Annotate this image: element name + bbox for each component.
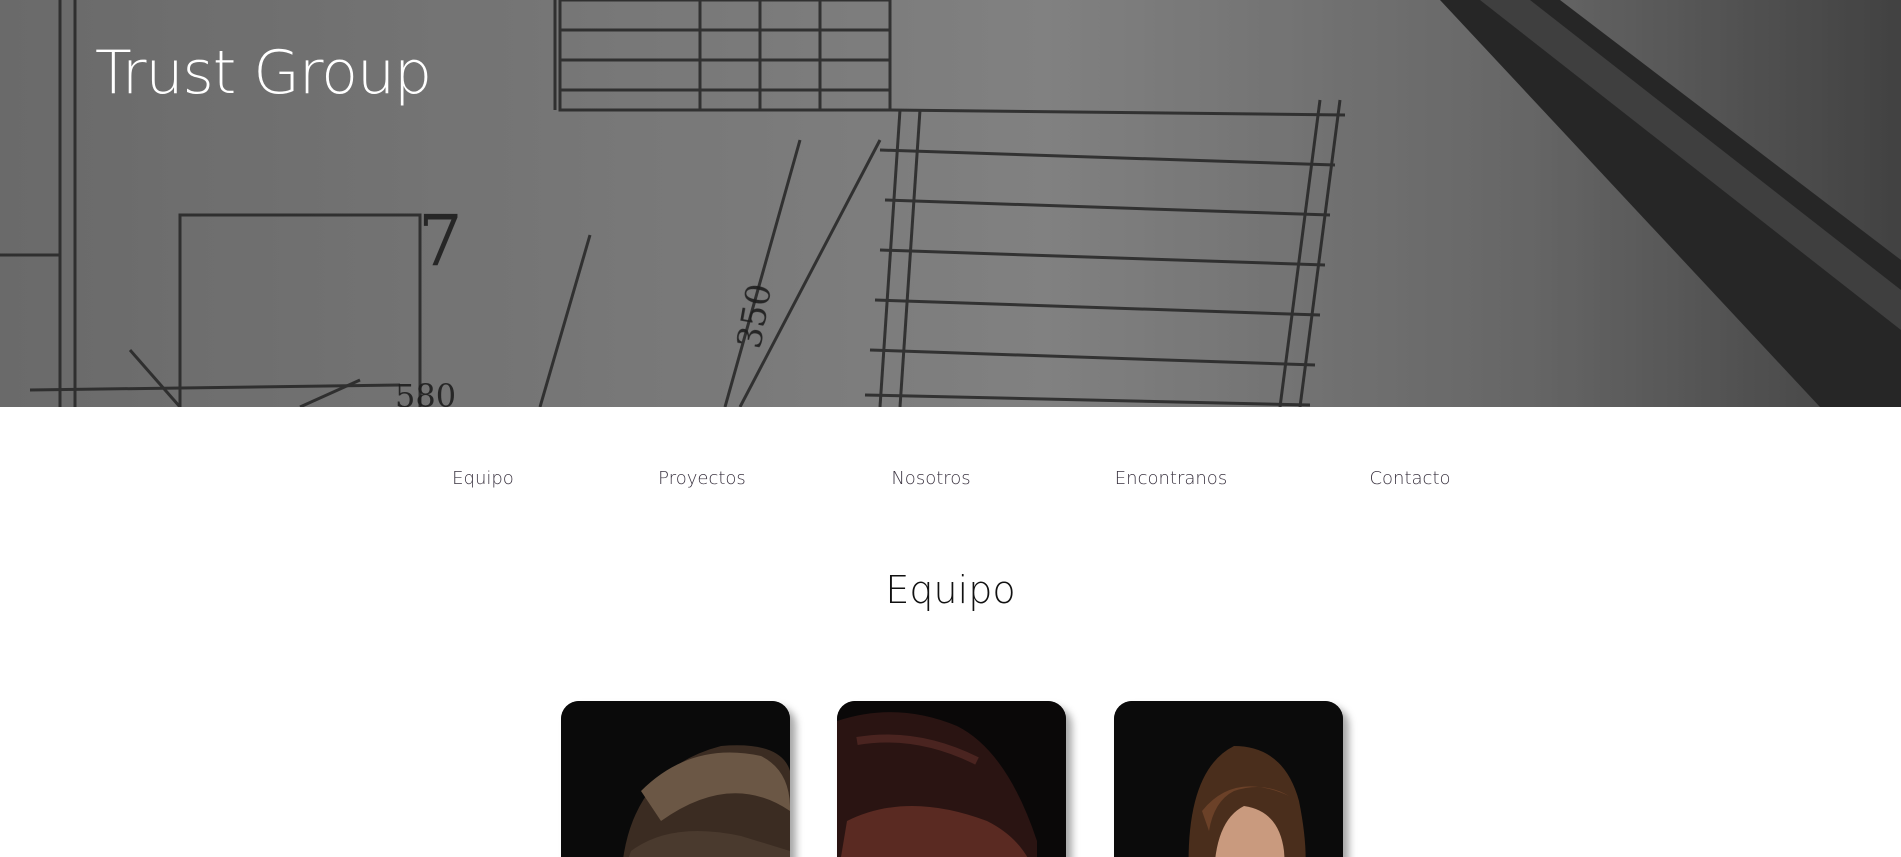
brand-title[interactable]: Trust Group (95, 38, 432, 108)
team-member-card-3[interactable] (1114, 701, 1343, 857)
nav-link-equipo[interactable]: Equipo (452, 468, 514, 489)
team-member-photo-3 (1114, 701, 1343, 857)
nav-link-encontranos[interactable]: Encontranos (1115, 468, 1227, 489)
team-member-card-2[interactable] (837, 701, 1066, 857)
hero-banner: 7 580 350 Trust Group (0, 0, 1901, 407)
main-nav: Equipo Proyectos Nosotros Encontranos Co… (0, 468, 1901, 498)
nav-link-contacto[interactable]: Contacto (1369, 468, 1450, 489)
section-title-equipo: Equipo (885, 568, 1016, 612)
team-member-photo-1 (561, 701, 790, 857)
team-member-card-1[interactable] (561, 701, 790, 857)
team-member-photo-2 (837, 701, 1066, 857)
nav-link-nosotros[interactable]: Nosotros (891, 468, 970, 489)
nav-link-proyectos[interactable]: Proyectos (658, 468, 746, 489)
